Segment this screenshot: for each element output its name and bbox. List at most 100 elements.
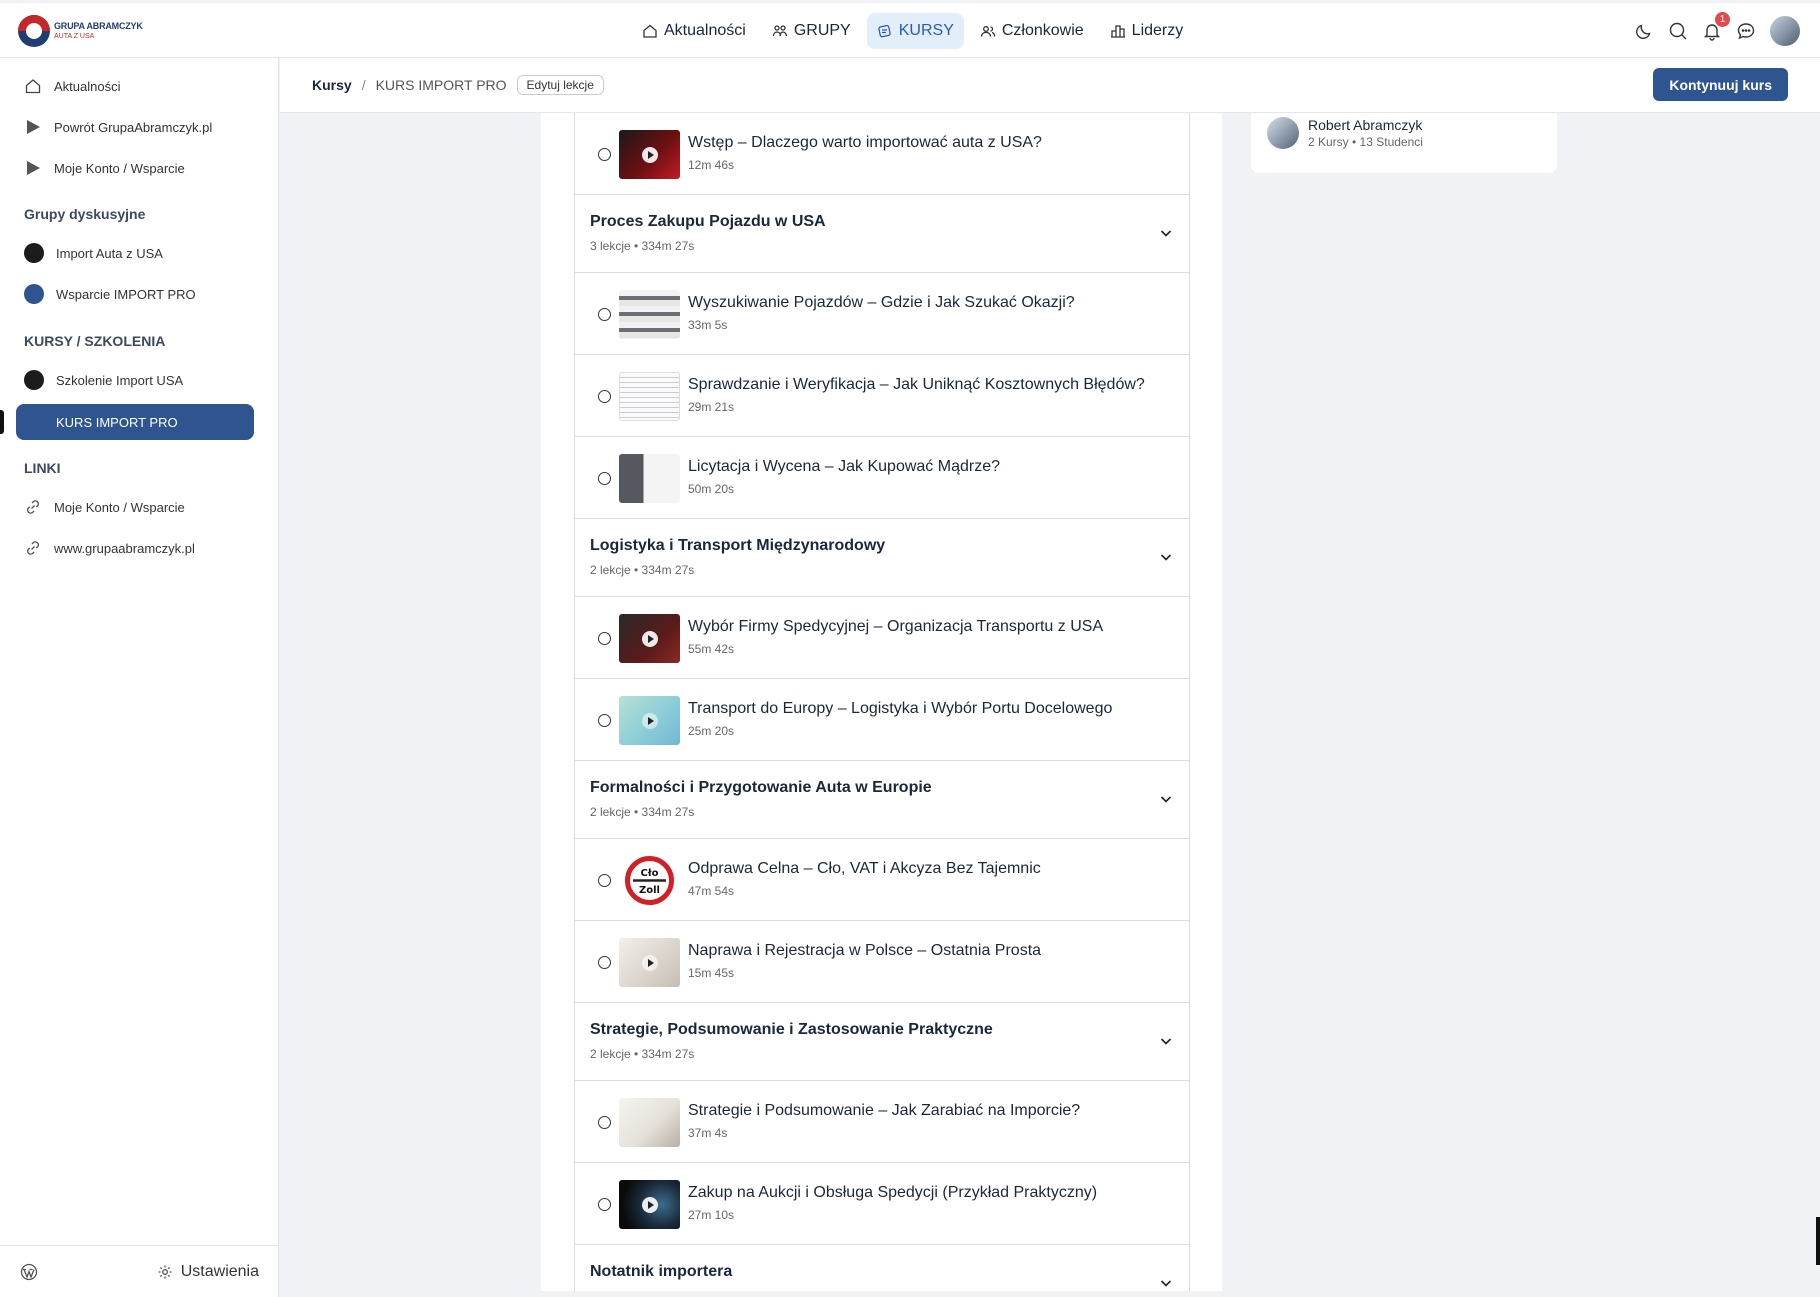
lesson-row[interactable]: Wstęp – Dlaczego warto importować auta z… [575, 113, 1189, 195]
section-header[interactable]: Strategie, Podsumowanie i Zastosowanie P… [575, 1003, 1189, 1081]
chevron-down-icon[interactable] [1159, 226, 1173, 240]
sidebar-item-label: Szkolenie Import USA [56, 372, 184, 388]
breadcrumb-separator: / [361, 77, 366, 93]
section-meta: 2 lekcje • 334m 27s [590, 563, 695, 577]
completion-radio[interactable] [598, 308, 611, 321]
section-meta: 2 lekcje • 334m 27s [590, 1047, 695, 1061]
lesson-thumbnail [619, 614, 680, 663]
completion-radio[interactable] [598, 1116, 611, 1129]
completion-radio[interactable] [598, 148, 611, 161]
search-button[interactable] [1668, 21, 1688, 41]
notification-badge: 1 [1715, 12, 1730, 27]
nav-aktualnosci[interactable]: Aktualności [632, 13, 756, 49]
nav-liderzy[interactable]: Liderzy [1100, 13, 1194, 49]
section-header[interactable]: Logistyka i Transport Międzynarodowy 2 l… [575, 519, 1189, 597]
moon-icon [1636, 24, 1651, 39]
lesson-row[interactable]: Sprawdzanie i Weryfikacja – Jak Uniknąć … [575, 355, 1189, 437]
svg-text:Cło: Cło [641, 868, 659, 879]
messages-button[interactable] [1736, 21, 1756, 41]
lesson-row[interactable]: Wyszukiwanie Pojazdów – Gdzie i Jak Szuk… [575, 273, 1189, 355]
completion-radio[interactable] [598, 874, 611, 887]
sidebar-item-aktualnosci[interactable]: Aktualności [24, 75, 120, 97]
top-actions: 1 [1634, 12, 1800, 49]
section-title: Logistyka i Transport Międzynarodowy [590, 537, 886, 554]
breadcrumb-root[interactable]: Kursy [312, 77, 352, 93]
breadcrumb-current: KURS IMPORT PRO [375, 77, 507, 93]
course-content: Wstęp – Dlaczego warto importować auta z… [541, 113, 1222, 1291]
lesson-row[interactable]: Strategie i Podsumowanie – Jak Zarabiać … [575, 1081, 1189, 1163]
sidebar-link-website[interactable]: www.grupaabramczyk.pl [24, 537, 195, 559]
sidebar-link-moje-konto[interactable]: Moje Konto / Wsparcie [24, 496, 185, 518]
user-avatar[interactable] [1770, 16, 1800, 46]
completion-radio[interactable] [598, 632, 611, 645]
members-icon [980, 26, 996, 37]
section-title: Strategie, Podsumowanie i Zastosowanie P… [590, 1021, 993, 1038]
notifications-button[interactable]: 1 [1702, 12, 1730, 41]
brand-tagline: AUTA Z USA [54, 33, 95, 40]
dark-mode-toggle[interactable] [1634, 21, 1654, 41]
lesson-duration: 37m 4s [688, 1126, 728, 1140]
lesson-row[interactable]: Licytacja i Wycena – Jak Kupować Mądrze?… [575, 437, 1189, 519]
chevron-down-icon[interactable] [1159, 550, 1173, 564]
play-icon [641, 146, 658, 163]
nav-label: Członkowie [1001, 22, 1084, 39]
courses-icon [878, 24, 891, 38]
lesson-duration: 33m 5s [688, 318, 728, 332]
edit-lessons-button[interactable]: Edytuj lekcje [516, 75, 604, 95]
lesson-thumbnail [619, 1098, 680, 1147]
lesson-title: Wybór Firmy Spedycyjnej – Organizacja Tr… [688, 618, 1104, 635]
lesson-row[interactable]: Cło Zoll Odprawa Celna – Cło, VAT i Akcyz… [575, 839, 1189, 921]
sidebar-footer: Ustawienia [0, 1245, 279, 1297]
completion-radio[interactable] [598, 714, 611, 727]
nav-czlonkowie[interactable]: Członkowie [970, 13, 1094, 49]
lesson-row[interactable]: Transport do Europy – Logistyka i Wybór … [575, 679, 1189, 761]
lesson-thumbnail [619, 938, 680, 987]
lesson-title: Wyszukiwanie Pojazdów – Gdzie i Jak Szuk… [688, 294, 1075, 311]
link-icon [27, 500, 39, 514]
sidebar-item-kurs-import-pro[interactable]: KURS IMPORT PRO [16, 404, 254, 440]
completion-radio[interactable] [598, 390, 611, 403]
sidebar-item-szkolenie[interactable]: Szkolenie Import USA [24, 369, 183, 391]
lesson-duration: 55m 42s [688, 642, 735, 656]
continue-course-button[interactable]: Kontynuuj kurs [1653, 68, 1788, 101]
wordpress-icon[interactable] [20, 1263, 38, 1281]
completion-radio[interactable] [598, 956, 611, 969]
section-header[interactable]: Notatnik importera [575, 1245, 1189, 1291]
section-title: Proces Zakupu Pojazdu w USA [590, 213, 826, 230]
lesson-duration: 50m 20s [688, 482, 735, 496]
lesson-duration: 12m 46s [688, 158, 735, 172]
sidebar-item-wsparcie[interactable]: Wsparcie IMPORT PRO [24, 283, 196, 305]
lesson-row[interactable]: Naprawa i Rejestracja w Polsce – Ostatni… [575, 921, 1189, 1003]
lesson-duration: 15m 45s [688, 966, 735, 980]
section-header[interactable]: Formalności i Przygotowanie Auta w Europ… [575, 761, 1189, 839]
completion-radio[interactable] [598, 1198, 611, 1211]
nav-grupy[interactable]: GRUPY [762, 13, 861, 49]
lesson-duration: 25m 20s [688, 724, 735, 738]
course-avatar [24, 370, 44, 390]
nav-label: Liderzy [1131, 22, 1184, 39]
sidebar-item-powrot[interactable]: Powrót GrupaAbramczyk.pl [24, 116, 212, 138]
chevron-down-icon[interactable] [1159, 1276, 1173, 1290]
brand-logo[interactable]: GRUPA ABRAMCZYK AUTA Z USA [18, 13, 148, 49]
sidebar-item-import-auta[interactable]: Import Auta z USA [24, 242, 163, 264]
chevron-down-icon[interactable] [1159, 1034, 1173, 1048]
top-navbar: GRUPA ABRAMCZYK AUTA Z USA Aktualności G… [0, 3, 1820, 58]
sidebar-item-label: Import Auta z USA [56, 245, 163, 261]
author-name[interactable]: Robert Abramczyk [1308, 117, 1422, 133]
scrollbar-thumb[interactable] [1816, 1217, 1820, 1265]
groups-icon [772, 25, 787, 37]
chevron-down-icon[interactable] [1159, 792, 1173, 806]
settings-button[interactable]: Ustawienia [157, 1263, 259, 1281]
lesson-row[interactable]: Zakup na Aukcji i Obsługa Spedycji (Przy… [575, 1163, 1189, 1245]
play-icon [641, 1196, 658, 1213]
play-icon [641, 954, 658, 971]
lesson-thumbnail [619, 454, 680, 503]
completion-radio[interactable] [598, 472, 611, 485]
lesson-title: Odprawa Celna – Cło, VAT i Akcyza Bez Ta… [688, 860, 1041, 877]
author-card[interactable]: Robert Abramczyk 2 Kursy • 13 Studenci [1251, 113, 1557, 173]
lesson-row[interactable]: Wybór Firmy Spedycyjnej – Organizacja Tr… [575, 597, 1189, 679]
section-header[interactable]: Proces Zakupu Pojazdu w USA 3 lekcje • 3… [575, 195, 1189, 273]
nav-kursy[interactable]: KURSY [866, 13, 964, 49]
sidebar-item-moje-konto[interactable]: Moje Konto / Wsparcie [24, 157, 185, 179]
lesson-title: Wstęp – Dlaczego warto importować auta z… [688, 134, 1042, 151]
